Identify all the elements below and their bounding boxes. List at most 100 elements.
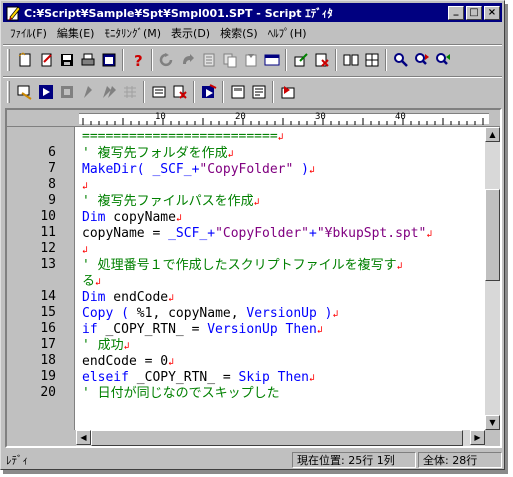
code-token: Dim	[82, 210, 106, 225]
code-line: ' 処理番号１で作成したスクリプトファイルを複写す↲	[82, 258, 403, 275]
app-icon[interactable]	[5, 5, 21, 21]
ruler-ticks	[82, 118, 484, 125]
list-button[interactable]	[198, 49, 219, 71]
code-token: endCode = 0	[82, 354, 169, 369]
print-button[interactable]	[77, 49, 98, 71]
copy-button[interactable]	[219, 49, 240, 71]
code-line: endCode = 0↲	[82, 354, 174, 371]
step-button[interactable]	[177, 49, 198, 71]
menu-file[interactable]: ﾌｧｲﾙ(F)	[5, 25, 52, 41]
toolbar-grip[interactable]	[7, 80, 10, 103]
help-button[interactable]: ?	[127, 49, 148, 71]
minimize-icon: _	[453, 4, 459, 16]
stop-button[interactable]	[56, 81, 77, 103]
main-toolbar: ?	[3, 44, 502, 74]
open-script-button[interactable]	[35, 49, 56, 71]
check-button[interactable]	[290, 49, 311, 71]
code-line: Copy ( %1, copyName, VersionUp )↲	[82, 306, 339, 323]
eol-mark: ↲	[168, 293, 175, 304]
exec-button[interactable]	[277, 81, 298, 103]
close-button[interactable]: ×	[484, 5, 500, 20]
scroll-down-button[interactable]: ▼	[485, 415, 500, 430]
record-icon	[152, 86, 165, 97]
open-script-icon	[41, 53, 52, 66]
scroll-up-button[interactable]: ▲	[485, 127, 500, 142]
window2-button[interactable]	[248, 81, 269, 103]
menu-help[interactable]: ﾍﾙﾌﾟ(H)	[263, 25, 312, 41]
code-token: endCode	[105, 290, 169, 305]
watch-button[interactable]	[77, 81, 98, 103]
window-button[interactable]	[261, 49, 282, 71]
code-token: ' 成功	[82, 338, 124, 353]
line-number: 18	[40, 353, 56, 368]
check-icon	[294, 52, 308, 66]
window1-button[interactable]	[227, 81, 248, 103]
record-button[interactable]	[148, 81, 169, 103]
menu-view[interactable]: 表示(D)	[166, 25, 215, 41]
monitor-icon	[17, 85, 32, 100]
debug-button[interactable]	[311, 49, 332, 71]
horizontal-scrollbar[interactable]: ◀ ▶	[76, 430, 485, 446]
new-script-icon	[18, 51, 30, 66]
grid-button[interactable]	[119, 81, 140, 103]
code-line: ↲	[82, 178, 88, 195]
status-total-lines: 全体: 28行	[418, 452, 502, 468]
vertical-scroll-thumb[interactable]	[485, 189, 500, 281]
start-button[interactable]	[35, 81, 56, 103]
scroll-right-button[interactable]: ▶	[470, 430, 485, 445]
toolbar-grip[interactable]	[7, 48, 10, 71]
menu-search[interactable]: 検索(S)	[215, 25, 263, 41]
title-bar[interactable]: C:¥Script¥Sample¥Spt¥Smpl001.SPT - Scrip…	[3, 3, 502, 22]
minimize-button[interactable]: _	[448, 4, 464, 20]
send-icon	[201, 83, 216, 98]
start-icon	[38, 84, 53, 99]
clear-button[interactable]	[169, 81, 190, 103]
find-button[interactable]	[390, 49, 411, 71]
line-number: 9	[48, 193, 56, 208]
code-token: elseif	[82, 370, 129, 385]
compare-button[interactable]	[340, 49, 361, 71]
ruler-mark-40: 40	[395, 112, 406, 122]
insert-button[interactable]	[240, 49, 261, 71]
maximize-button[interactable]: □	[466, 5, 482, 20]
code-token: copyName =	[82, 226, 169, 241]
eol-mark: ↲	[332, 309, 339, 320]
save-button[interactable]	[56, 49, 77, 71]
send-button[interactable]	[198, 81, 219, 103]
properties-button[interactable]	[98, 49, 119, 71]
tile-button[interactable]	[361, 49, 382, 71]
scroll-left-button[interactable]: ◀	[76, 430, 91, 445]
run-button[interactable]	[156, 49, 177, 71]
code-line: ' 複写先ファイルパスを作成↲	[82, 194, 260, 211]
window1-icon	[231, 85, 244, 98]
scroll-corner	[485, 430, 500, 446]
code-token: "CopyFolder"	[215, 226, 309, 241]
eol-mark: ↲	[396, 261, 403, 272]
column-ruler: 10 20 30 40	[7, 110, 500, 127]
status-cursor-position: 現在位置: 25行 1列	[292, 452, 416, 468]
find-prev-button[interactable]	[432, 49, 453, 71]
separator-line: =========================	[82, 129, 278, 144]
vertical-scrollbar[interactable]: ▲ ▼	[485, 127, 500, 430]
menu-edit[interactable]: 編集(E)	[52, 25, 100, 41]
new-script-button[interactable]	[14, 49, 35, 71]
watch-all-button[interactable]	[98, 81, 119, 103]
eol-mark: ↲	[227, 149, 234, 160]
horizontal-scroll-thumb[interactable]	[91, 430, 463, 446]
monitor-toolbar	[3, 76, 502, 106]
monitor-button[interactable]	[14, 81, 35, 103]
code-token: る	[82, 274, 96, 289]
line-number: 7	[48, 161, 56, 176]
find-next-button[interactable]	[411, 49, 432, 71]
eol-mark: ↲	[123, 341, 130, 352]
code-line: MakeDir( _SCF_+"CopyFolder" )↲	[82, 162, 315, 179]
tile-icon	[365, 53, 378, 66]
ruler-mark-20: 20	[235, 112, 246, 122]
line-number: 12	[40, 241, 56, 256]
code-token: _SCF_+	[168, 226, 216, 241]
code-text-area[interactable]: =========================↲ ' 複写先フォルダを作成↲…	[76, 127, 485, 430]
line-number: 19	[40, 369, 56, 384]
menu-monitoring[interactable]: ﾓﾆﾀﾘﾝｸﾞ(M)	[99, 25, 166, 41]
arrow-up-icon: ▲	[489, 130, 496, 139]
code-line: copyName = _SCF_+"CopyFolder"+"¥bkupSpt.…	[82, 226, 432, 243]
